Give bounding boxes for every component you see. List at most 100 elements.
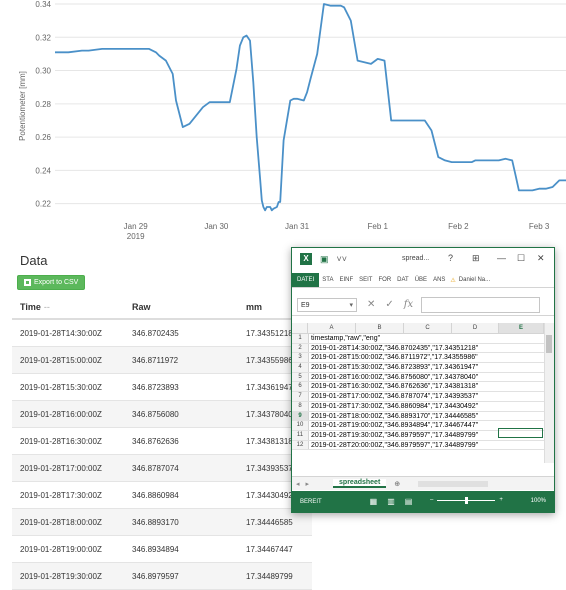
export-csv-button[interactable]: Export to CSV bbox=[17, 275, 86, 290]
y-tick-label: 0.24 bbox=[35, 166, 51, 175]
y-tick-label: 0.34 bbox=[35, 0, 51, 9]
tab-daten[interactable]: DAT bbox=[394, 273, 412, 287]
cell-a[interactable]: 2019-01-28T14:30:00Z,"346.8702435","17.3… bbox=[309, 344, 554, 353]
table-row: 2019-01-28T16:00:00Z 346.8756080 17.343780… bbox=[12, 400, 312, 428]
sheet-row[interactable]: 7 2019-01-28T17:00:00Z,"346.8787074","17.… bbox=[292, 392, 554, 402]
cell-time: 2019-01-28T17:30:00Z bbox=[12, 481, 124, 509]
horizontal-scrollbar[interactable] bbox=[418, 480, 489, 487]
row-number[interactable]: 6 bbox=[292, 382, 309, 392]
select-all-corner[interactable] bbox=[292, 323, 308, 333]
row-number[interactable]: 7 bbox=[292, 392, 309, 401]
y-tick-label: 0.22 bbox=[35, 200, 51, 209]
excel-title-bar[interactable]: X ▣ ˅˅ spread... ? ⊞ — ☐ ✕ bbox=[292, 248, 554, 270]
maximize-icon[interactable]: ☐ bbox=[517, 253, 525, 264]
table-row: 2019-01-28T16:30:00Z 346.8762636 17.343813… bbox=[12, 427, 312, 455]
row-number[interactable]: 4 bbox=[292, 363, 309, 372]
cell-raw: 346.8723893 bbox=[124, 373, 238, 401]
sheet-nav-arrows[interactable]: ◂▸ bbox=[296, 480, 315, 488]
sheet-row[interactable]: 12 2019-01-28T20:00:00Z,"346.8979597","17… bbox=[292, 440, 554, 451]
quick-access-more-icon[interactable]: ˅˅ bbox=[337, 254, 348, 264]
x-tick-label: Feb 1 bbox=[368, 222, 389, 231]
cell-a[interactable]: 2019-01-28T20:00:00Z,"346.8979597","17.3… bbox=[309, 441, 554, 450]
vertical-scrollbar[interactable] bbox=[544, 323, 554, 463]
page-layout-view-icon[interactable]: ▥ bbox=[387, 497, 395, 506]
cell-a[interactable]: 2019-01-28T15:00:00Z,"346.8711972","17.3… bbox=[309, 353, 554, 362]
tab-seitenlayout[interactable]: SEIT bbox=[356, 273, 375, 287]
excel-icon: X bbox=[300, 253, 312, 265]
cell-a[interactable]: 2019-01-28T18:00:00Z,"346.8893170","17.3… bbox=[309, 412, 554, 421]
formula-input[interactable] bbox=[421, 296, 540, 313]
col-header-c[interactable]: C bbox=[404, 323, 452, 333]
selected-cell-e9[interactable] bbox=[498, 428, 543, 438]
tab-einfuegen[interactable]: EINF bbox=[336, 273, 356, 287]
cell-a[interactable]: 2019-01-28T17:30:00Z,"346.8860984","17.3… bbox=[309, 402, 554, 411]
sheet-row[interactable]: 5 2019-01-28T16:00:00Z,"346.8756080","17.… bbox=[292, 372, 554, 383]
formula-bar: E9 ✕ ✓ fx bbox=[292, 294, 554, 316]
save-icon[interactable]: ▣ bbox=[320, 254, 329, 265]
table-row: 2019-01-28T19:30:00Z 346.8979597 17.344897… bbox=[12, 562, 312, 590]
minimize-icon[interactable]: — bbox=[497, 253, 506, 263]
tab-ueberpruefen[interactable]: ÜBE bbox=[412, 273, 430, 287]
row-number[interactable]: 11 bbox=[292, 430, 309, 440]
sheet-row[interactable]: 3 2019-01-28T15:00:00Z,"346.8711972","17.… bbox=[292, 353, 554, 364]
excel-window[interactable]: X ▣ ˅˅ spread... ? ⊞ — ☐ ✕ DATEI STA EIN… bbox=[291, 247, 555, 513]
row-number[interactable]: 8 bbox=[292, 401, 309, 411]
tab-start[interactable]: STA bbox=[319, 273, 336, 287]
cell-a[interactable]: 2019-01-28T16:00:00Z,"346.8756080","17.3… bbox=[309, 373, 554, 382]
table-row: 2019-01-28T15:00:00Z 346.8711972 17.343559… bbox=[12, 346, 312, 374]
row-number[interactable]: 9 bbox=[292, 411, 309, 421]
export-csv-label: Export to CSV bbox=[34, 279, 79, 286]
sheet-tab-spreadsheet[interactable]: spreadsheet bbox=[333, 479, 387, 488]
page-break-view-icon[interactable]: ▤ bbox=[405, 497, 413, 506]
help-button[interactable]: ? bbox=[448, 253, 453, 263]
tab-datei[interactable]: DATEI bbox=[292, 273, 320, 287]
sheet-row[interactable]: 6 2019-01-28T16:30:00Z,"346.8762636","17.… bbox=[292, 382, 554, 393]
sheet-row[interactable]: 4 2019-01-28T15:30:00Z,"346.8723893","17.… bbox=[292, 363, 554, 373]
col-header-a[interactable]: A bbox=[308, 323, 356, 333]
zoom-slider[interactable]: – + bbox=[430, 496, 503, 504]
normal-view-icon[interactable]: ▦ bbox=[370, 497, 378, 506]
column-headers: A B C D E bbox=[292, 323, 554, 334]
row-number[interactable]: 5 bbox=[292, 372, 309, 382]
cell-mm: 17.34489799 bbox=[238, 562, 312, 590]
scroll-thumb[interactable] bbox=[546, 335, 552, 353]
cancel-icon[interactable]: ✕ bbox=[367, 299, 375, 310]
column-header-raw[interactable]: Raw bbox=[124, 295, 238, 320]
col-header-e[interactable]: E bbox=[499, 323, 544, 333]
row-number[interactable]: 1 bbox=[292, 334, 309, 343]
data-section-title: Data bbox=[20, 253, 48, 268]
cell-a[interactable]: 2019-01-28T15:30:00Z,"346.8723893","17.3… bbox=[309, 363, 554, 372]
table-row: 2019-01-28T17:00:00Z 346.8787074 17.343935… bbox=[12, 454, 312, 482]
row-number[interactable]: 10 bbox=[292, 421, 309, 430]
cell-a[interactable]: 2019-01-28T17:00:00Z,"346.8787074","17.3… bbox=[309, 392, 554, 401]
sheet-row[interactable]: 8 2019-01-28T17:30:00Z,"346.8860984","17.… bbox=[292, 401, 554, 412]
enter-icon[interactable]: ✓ bbox=[385, 299, 393, 310]
status-text: BEREIT bbox=[300, 498, 322, 505]
cell-raw: 346.8711972 bbox=[124, 346, 238, 374]
sheet-row[interactable]: 2 2019-01-28T14:30:00Z,"346.8702435","17.… bbox=[292, 343, 554, 354]
close-icon[interactable]: ✕ bbox=[537, 253, 545, 264]
data-table: Time -- Raw mm 2019-01-28T14:30:00Z 346.87… bbox=[12, 295, 312, 590]
row-number[interactable]: 3 bbox=[292, 353, 309, 363]
fx-icon[interactable]: fx bbox=[404, 299, 413, 310]
sheet-row[interactable]: 1 timestamp,"raw","eng" bbox=[292, 334, 554, 344]
user-name[interactable]: Daniel Na... bbox=[456, 273, 493, 287]
column-header-time[interactable]: Time -- bbox=[12, 295, 124, 320]
col-header-b[interactable]: B bbox=[356, 323, 404, 333]
sheet-row[interactable]: 9 2019-01-28T18:00:00Z,"346.8893170","17.… bbox=[292, 411, 554, 422]
sort-indicator[interactable]: -- bbox=[44, 302, 50, 312]
tab-formeln[interactable]: FOR bbox=[375, 273, 394, 287]
row-number[interactable]: 2 bbox=[292, 343, 309, 353]
cell-a[interactable]: 2019-01-28T16:30:00Z,"346.8762636","17.3… bbox=[309, 382, 554, 391]
cell-a[interactable]: timestamp,"raw","eng" bbox=[309, 334, 554, 343]
col-header-d[interactable]: D bbox=[452, 323, 499, 333]
cell-raw: 346.8860984 bbox=[124, 481, 238, 509]
add-sheet-icon[interactable]: ⊕ bbox=[394, 480, 400, 488]
tab-ansicht[interactable]: ANS bbox=[430, 273, 448, 287]
row-number[interactable]: 12 bbox=[292, 440, 309, 450]
ribbon-display-icon[interactable]: ⊞ bbox=[472, 253, 480, 264]
y-tick-label: 0.32 bbox=[35, 33, 51, 42]
ribbon-tabs: DATEI STA EINF SEIT FOR DAT ÜBE ANS ⚠ Da… bbox=[292, 273, 554, 288]
name-box[interactable]: E9 bbox=[297, 297, 357, 313]
cell-time: 2019-01-28T16:00:00Z bbox=[12, 400, 124, 428]
